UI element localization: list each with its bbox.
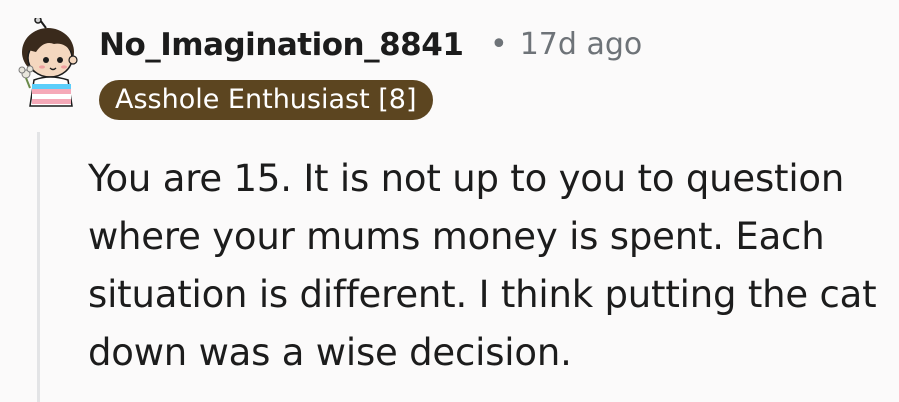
comment-meta: • 17d ago [490, 25, 642, 65]
comment-author[interactable]: No_Imagination_8841 [99, 25, 464, 65]
avatar[interactable] [16, 16, 88, 108]
comment: No_Imagination_8841 • 17d ago Asshole Ent… [0, 0, 899, 402]
snoo-avatar-icon [18, 16, 78, 107]
meta-separator: • [490, 27, 508, 62]
comment-timestamp[interactable]: 17d ago [520, 27, 643, 62]
thread-collapse-line[interactable] [37, 132, 40, 402]
user-flair-badge: Asshole Enthusiast [8] [99, 80, 433, 120]
comment-body: You are 15. It is not up to you to quest… [88, 157, 877, 374]
